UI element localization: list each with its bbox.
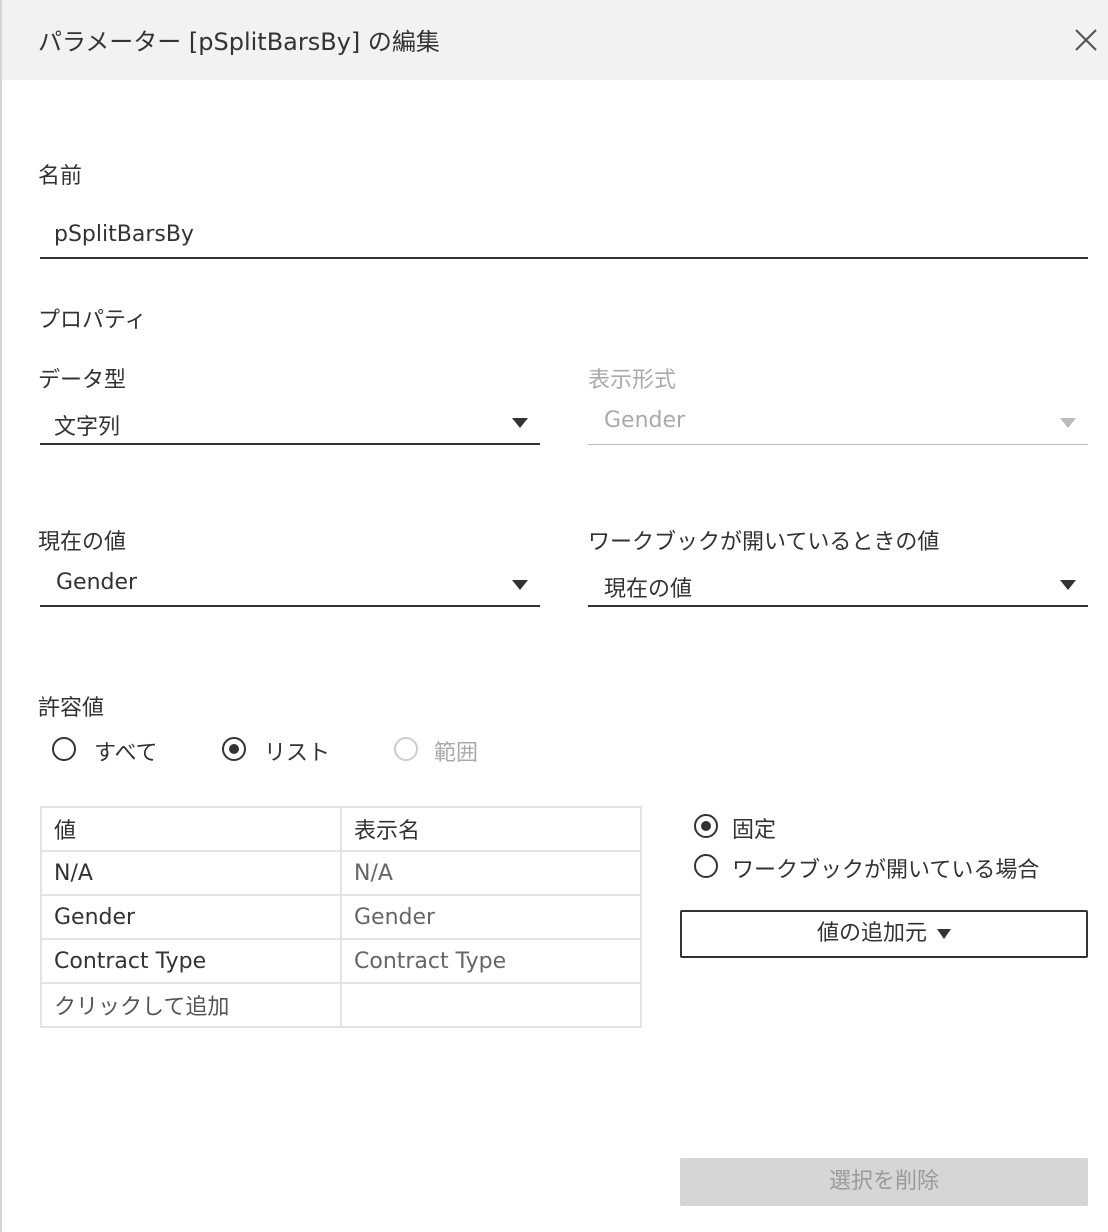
radio-when-workbook-opens-label: ワークブックが開いている場合: [732, 858, 1040, 883]
display-name-cell[interactable]: Contract Type: [340, 938, 642, 984]
current-value-dropdown[interactable]: Gender: [40, 562, 540, 608]
table-row[interactable]: Contract Type Contract Type: [40, 938, 642, 984]
caret-down-icon: [937, 929, 951, 939]
table-row[interactable]: N/A N/A: [40, 850, 642, 896]
remove-selected-button: 選択を削除: [680, 1158, 1088, 1206]
data-type-label: データ型: [38, 368, 127, 393]
click-to-add-cell[interactable]: クリックして追加: [40, 982, 342, 1028]
chevron-down-icon: [1060, 580, 1076, 590]
value-cell[interactable]: N/A: [40, 850, 342, 896]
workbook-open-value-value: 現在の値: [604, 577, 693, 602]
values-table: 値 表示名 N/A N/A Gender Gender Contract Typ…: [40, 806, 642, 1028]
radio-range: [394, 737, 418, 761]
data-type-value: 文字列: [54, 415, 121, 440]
value-cell[interactable]: Contract Type: [40, 938, 342, 984]
dialog-title-bar: パラメーター [pSplitBarsBy] の編集: [2, 0, 1108, 80]
radio-all-label: すべて: [94, 741, 158, 766]
chevron-down-icon: [512, 580, 528, 590]
column-header-value[interactable]: 値: [40, 806, 342, 852]
name-input[interactable]: pSplitBarsBy: [54, 222, 194, 247]
dialog-title: パラメーター [pSplitBarsBy] の編集: [38, 28, 440, 56]
display-name-cell[interactable]: Gender: [340, 894, 642, 940]
edit-parameter-dialog: パラメーター [pSplitBarsBy] の編集 名前 pSplitBarsB…: [0, 0, 1108, 1232]
add-values-from-button[interactable]: 値の追加元: [680, 910, 1088, 958]
table-row[interactable]: Gender Gender: [40, 894, 642, 940]
column-header-display-name[interactable]: 表示名: [340, 806, 642, 852]
radio-fixed-label: 固定: [732, 818, 777, 843]
display-format-underline: [588, 444, 1088, 445]
current-value-label: 現在の値: [38, 530, 127, 555]
workbook-open-value-underline: [588, 605, 1088, 607]
radio-range-label: 範囲: [434, 741, 479, 766]
value-cell[interactable]: Gender: [40, 894, 342, 940]
display-name-cell[interactable]: N/A: [340, 850, 642, 896]
name-label: 名前: [38, 164, 83, 189]
table-header-row: 値 表示名: [40, 806, 642, 852]
chevron-down-icon: [512, 418, 528, 428]
data-type-underline: [40, 443, 540, 445]
empty-display-name-cell[interactable]: [340, 982, 642, 1028]
current-value-underline: [40, 605, 540, 607]
add-row[interactable]: クリックして追加: [40, 982, 642, 1028]
close-icon[interactable]: [1070, 24, 1102, 56]
radio-list-label: リスト: [264, 741, 331, 766]
current-value-value: Gender: [56, 570, 138, 595]
display-format-value: Gender: [604, 408, 686, 433]
add-values-from-label: 値の追加元: [816, 921, 927, 946]
name-input-underline: [40, 257, 1088, 259]
workbook-open-value-label: ワークブックが開いているときの値: [588, 530, 940, 555]
display-format-dropdown: Gender: [588, 400, 1088, 446]
workbook-open-value-dropdown[interactable]: 現在の値: [588, 562, 1088, 608]
radio-when-workbook-opens[interactable]: [694, 854, 718, 878]
radio-list[interactable]: [222, 737, 246, 761]
properties-heading: プロパティ: [38, 308, 147, 333]
data-type-dropdown[interactable]: 文字列: [40, 400, 540, 446]
display-format-label: 表示形式: [588, 368, 677, 393]
radio-fixed[interactable]: [694, 814, 718, 838]
radio-all[interactable]: [52, 737, 76, 761]
chevron-down-icon: [1060, 418, 1076, 428]
allowable-values-label: 許容値: [38, 696, 105, 721]
